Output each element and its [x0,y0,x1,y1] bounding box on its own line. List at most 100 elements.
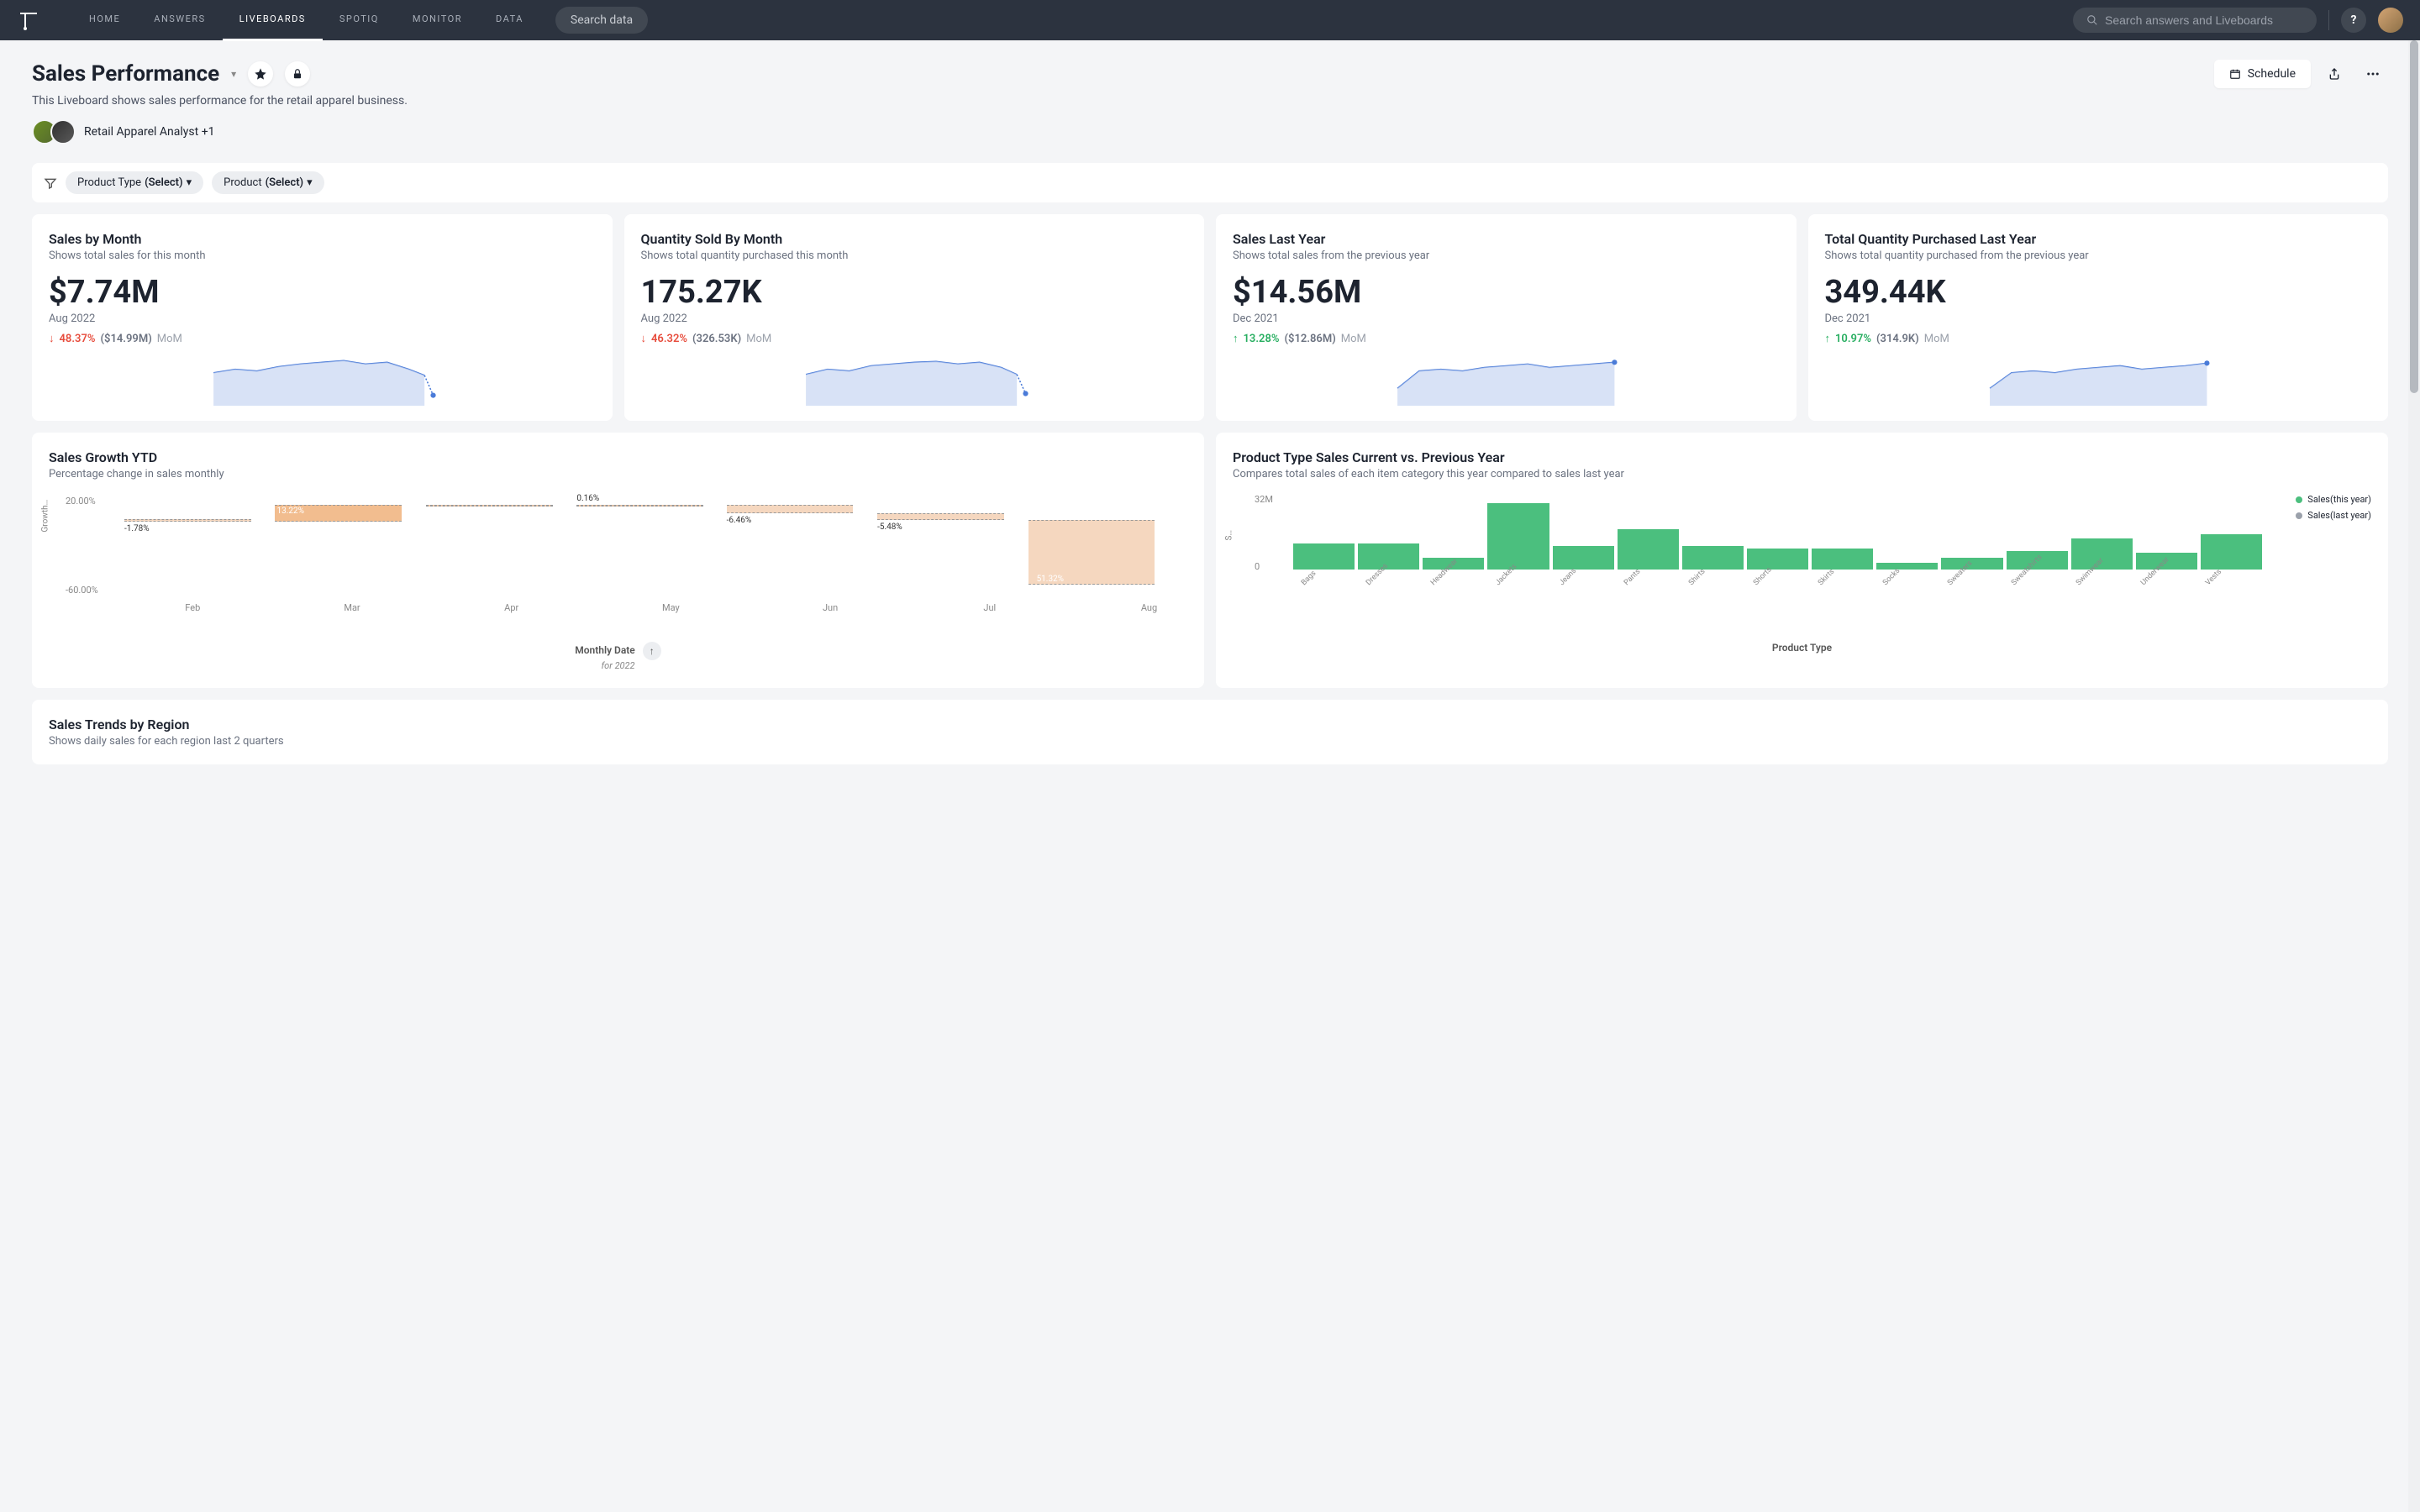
x-axis-title: Monthly Date ↑ [49,642,1187,660]
waterfall-chart: Growth… 20.00% -60.00% -1.78% 13.22% 0.1… [49,494,1187,637]
delta-ref: (326.53K) [692,333,741,345]
delta-ref: (314.9K) [1876,333,1919,345]
schedule-label: Schedule [2248,67,2296,81]
more-button[interactable] [2358,59,2388,89]
kpi-grid: Sales by Month Shows total sales for thi… [0,202,2420,433]
lock-button[interactable] [285,61,310,87]
sparkline [1825,354,2372,406]
card-title: Quantity Sold By Month [641,231,1188,247]
filter-icon[interactable] [44,176,57,190]
card-subtitle: Shows total quantity purchased this mont… [641,249,1188,262]
scrollbar-thumb[interactable] [2410,40,2418,393]
share-button[interactable] [2319,59,2349,89]
arrow-down-icon: ↓ [49,332,55,345]
page-header: Sales Performance ▾ Schedule This Livebo… [0,40,2420,153]
user-avatar[interactable] [2378,8,2403,33]
bar-label: 51.32% [1037,575,1064,584]
delta-mom: MoM [1341,333,1366,345]
nav-monitor[interactable]: MONITOR [396,0,479,41]
metric-date: Dec 2021 [1825,312,2372,325]
title-dropdown-icon[interactable]: ▾ [231,68,236,80]
chevron-down-icon: ▾ [307,176,313,189]
region-trends-card[interactable]: Sales Trends by Region Shows daily sales… [32,700,2388,764]
x-axis-title: Product Type [1233,642,2371,654]
delta-pct: 46.32% [651,333,687,345]
product-sales-card[interactable]: Product Type Sales Current vs. Previous … [1216,433,2388,688]
search-data-button[interactable]: Search data [555,7,648,34]
x-tick: Mar [344,602,360,613]
kpi-card[interactable]: Sales Last Year Shows total sales from t… [1216,214,1797,421]
delta-mom: MoM [746,333,771,345]
divider [2328,10,2329,30]
favorite-button[interactable] [248,61,273,87]
metric-value: $14.56M [1233,274,1780,311]
star-icon [254,67,267,81]
topbar: HOME ANSWERS LIVEBOARDS SPOTIQ MONITOR D… [0,0,2420,40]
x-tick: Feb [185,602,200,613]
metric-value: 349.44K [1825,274,2372,311]
bar-label: -5.48% [877,522,902,532]
logo[interactable] [17,8,40,32]
sparkline [49,354,596,406]
delta-pct: 48.37% [60,333,96,345]
bar-label: 13.22% [275,507,305,516]
page-subtitle: This Liveboard shows sales performance f… [32,94,2388,108]
filter-label: Product Type [77,176,141,189]
y-tick: 32M [1255,494,1273,505]
bar-label: -6.46% [727,516,752,525]
y-axis-label: S… [1225,530,1234,541]
avatar [50,119,76,144]
x-axis-subtitle: for 2022 [49,660,1187,671]
analyst-label: Retail Apparel Analyst +1 [84,125,215,139]
filter-chip-product[interactable]: Product (Select) ▾ [212,171,324,194]
nav-home[interactable]: HOME [72,0,137,41]
card-title: Sales Last Year [1233,231,1780,247]
kpi-card[interactable]: Sales by Month Shows total sales for thi… [32,214,613,421]
delta-ref: ($14.99M) [101,333,152,345]
nav-spotiq[interactable]: SPOTIQ [323,0,396,41]
schedule-button[interactable]: Schedule [2214,60,2311,88]
filter-label: Product [224,176,261,189]
card-subtitle: Percentage change in sales monthly [49,468,1187,480]
search-input[interactable] [2105,13,2303,27]
y-tick: 0 [1255,561,1260,572]
delta-mom: MoM [1924,333,1949,345]
metric-value: 175.27K [641,274,1188,311]
metric-value: $7.74M [49,274,596,311]
arrow-up-icon: ↑ [1825,332,1831,345]
y-tick: 20.00% [66,496,96,507]
bar-label: -1.78% [124,524,150,533]
bar-label: 0.16% [576,494,599,503]
filter-bar: Product Type (Select) ▾ Product (Select)… [32,163,2388,202]
sparkline [1233,354,1780,406]
card-title: Sales Trends by Region [49,717,2371,732]
chevron-down-icon: ▾ [187,176,192,189]
kpi-card[interactable]: Total Quantity Purchased Last Year Shows… [1808,214,2389,421]
filter-chip-product-type[interactable]: Product Type (Select) ▾ [66,171,203,194]
nav-liveboards[interactable]: LIVEBOARDS [223,0,323,41]
kpi-card[interactable]: Quantity Sold By Month Shows total quant… [624,214,1205,421]
card-title: Total Quantity Purchased Last Year [1825,231,2372,247]
filter-value: (Select) [266,176,304,189]
main-nav: HOME ANSWERS LIVEBOARDS SPOTIQ MONITOR D… [72,0,540,41]
calendar-icon [2229,68,2241,80]
nav-answers[interactable]: ANSWERS [137,0,222,41]
legend-label: Sales(last year) [2307,510,2371,521]
legend-label: Sales(this year) [2307,494,2371,505]
global-search[interactable] [2073,8,2317,33]
x-tick: Aug [1141,602,1157,613]
nav-data[interactable]: DATA [479,0,540,41]
scrollbar[interactable] [2408,40,2420,1512]
card-subtitle: Shows total sales from the previous year [1233,249,1780,262]
delta-pct: 13.28% [1244,333,1280,345]
help-button[interactable]: ? [2341,8,2366,33]
growth-card[interactable]: Sales Growth YTD Percentage change in sa… [32,433,1204,688]
delta-mom: MoM [157,333,182,345]
arrow-up-icon: ↑ [1233,332,1239,345]
sort-button[interactable]: ↑ [643,642,661,660]
avatar-stack[interactable] [32,119,76,144]
card-subtitle: Shows daily sales for each region last 2… [49,735,2371,748]
card-title: Sales by Month [49,231,596,247]
lock-icon [292,68,303,80]
wide-grid: Sales Growth YTD Percentage change in sa… [0,433,2420,700]
